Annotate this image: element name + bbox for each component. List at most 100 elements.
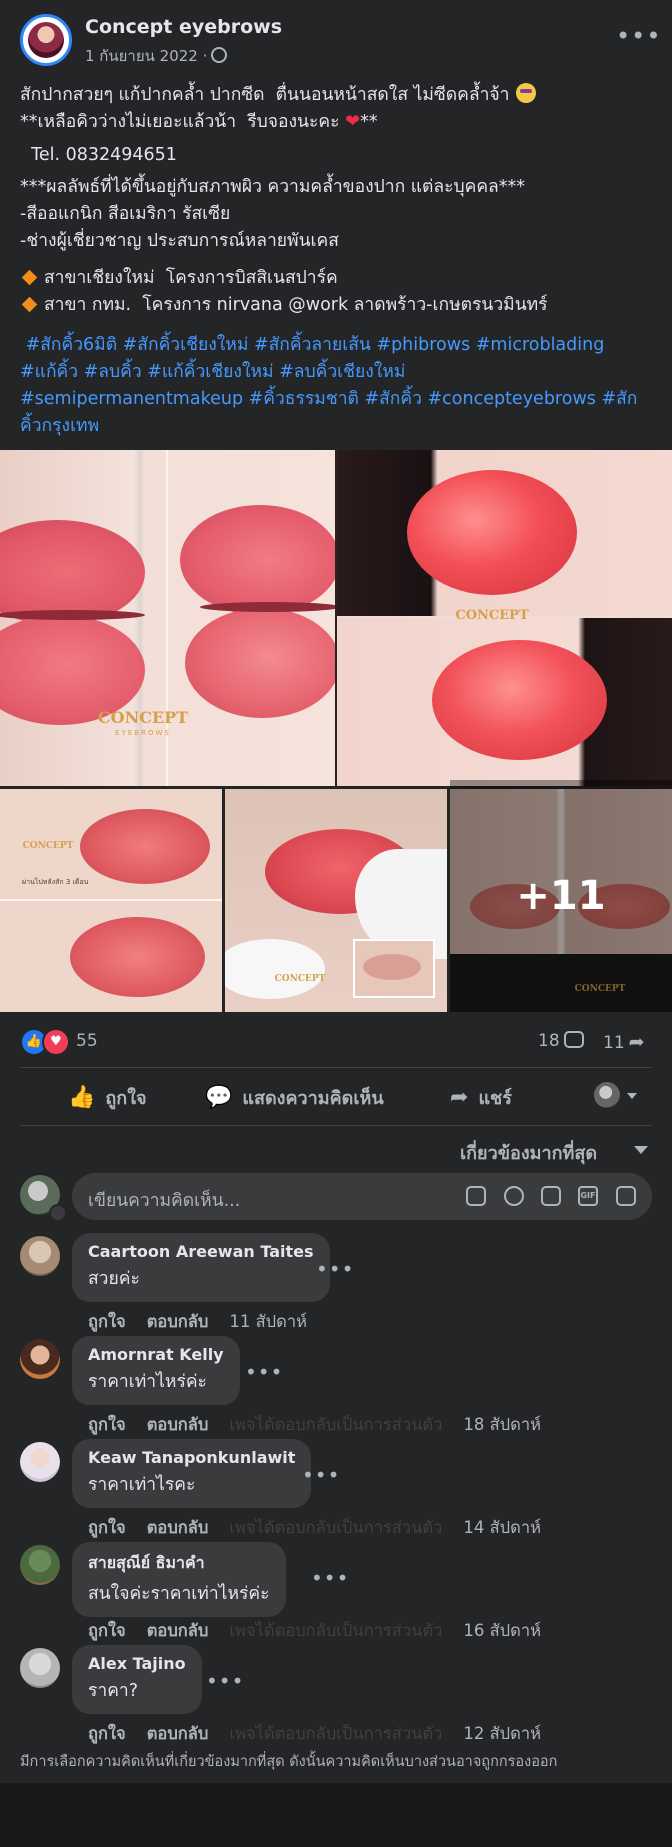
comment-time[interactable]: 12 สัปดาห์	[463, 1724, 541, 1743]
comment-reply-link[interactable]: ตอบกลับ	[147, 1724, 209, 1743]
page-name[interactable]: Concept eyebrows	[85, 16, 282, 38]
post-line-suffix: **	[360, 112, 378, 132]
post-text-line: ***ผลลัพธ์ที่ได้ขึ้นอยู่กับสภาพผิว ความค…	[20, 177, 526, 197]
comment-time[interactable]: 14 สัปดาห์	[463, 1518, 541, 1537]
watermark-text: CONCEPT	[97, 708, 189, 727]
more-icon[interactable]: •••	[616, 22, 661, 50]
comment-button[interactable]: 💬 แสดงความคิดเห็น	[205, 1079, 384, 1115]
share-count-value: 11	[603, 1033, 625, 1053]
react-as-avatar[interactable]	[594, 1082, 620, 1108]
comment-actions: ถูกใจ ตอบกลับ เพจได้ตอบกลับเป็นการส่วนตั…	[88, 1618, 541, 1644]
comment-like-link[interactable]: ถูกใจ	[88, 1518, 126, 1537]
orange-diamond-icon	[21, 296, 38, 312]
comment-more-icon[interactable]: •••	[302, 1463, 340, 1487]
comment-like-link[interactable]: ถูกใจ	[88, 1312, 126, 1331]
comment-more-icon[interactable]: •••	[245, 1360, 283, 1384]
chevron-down-icon[interactable]	[634, 1146, 648, 1154]
comment-time[interactable]: 16 สัปดาห์	[463, 1621, 541, 1640]
post-text-line: Tel. 0832494651	[20, 145, 177, 165]
comment-more-icon[interactable]: •••	[316, 1257, 354, 1281]
commenter-name[interactable]: สายสุณีย์ ธิมาคำ	[88, 1551, 270, 1576]
post-text-line: -สีออแกนิก สีอเมริกา รัสเซีย	[20, 204, 231, 224]
comment-more-icon[interactable]: •••	[311, 1566, 349, 1590]
hashtag-line[interactable]: #semipermanentmakeup #คิ้วธรรมชาติ #สักค…	[20, 384, 637, 412]
love-reaction-icon: ♥	[42, 1028, 70, 1056]
photo-glossy-lips[interactable]: CONCEPT	[337, 450, 672, 786]
post-text-line: สาขา กทม. โครงการ nirvana @work ลาดพร้าว…	[20, 290, 548, 318]
comment-sort-dropdown[interactable]: เกี่ยวข้องมากที่สุด	[460, 1138, 597, 1167]
share-label: แชร์	[478, 1087, 512, 1109]
divider	[20, 1125, 652, 1126]
hashtag-line[interactable]: #แก้คิ้ว #ลบคิ้ว #แก้คิ้วเชียงใหม่ #ลบคิ…	[20, 357, 405, 385]
page-avatar[interactable]	[20, 14, 72, 66]
post-text-line: **เหลือคิวว่างไม่เยอะแล้วน้า รีบจองนะคะ …	[20, 107, 378, 135]
comment-text: สนใจค่ะราคาเท่าไหร่ค่ะ	[88, 1584, 270, 1604]
comment-count-value: 18	[538, 1031, 560, 1051]
photo-lips-treatment[interactable]: CONCEPT	[225, 789, 447, 1012]
watermark-text: CONCEPT	[455, 608, 529, 623]
hashtag-line[interactable]: #สักคิ้ว6มิติ #สักคิ้วเชียงใหม่ #สักคิ้ว…	[20, 330, 605, 358]
heart-emoji-icon: ❤	[345, 111, 361, 132]
photo-lips-before-after[interactable]: CONCEPT EYEBROWS	[0, 450, 335, 786]
post-line-text: สักปากสวยๆ แก้ปากคล้ำ ปากซีด ตื่นนอนหน้า…	[20, 85, 510, 105]
share-button[interactable]: ➦ แชร์	[450, 1079, 512, 1115]
commenter-name[interactable]: Keaw Tanaponkunlawit	[88, 1448, 295, 1467]
reaction-count[interactable]: 55	[76, 1031, 98, 1051]
sticker-icon[interactable]	[466, 1186, 486, 1206]
orange-diamond-icon	[21, 269, 38, 285]
chevron-down-icon[interactable]	[627, 1093, 637, 1099]
commenter-avatar[interactable]	[20, 1339, 60, 1379]
commenter-avatar[interactable]	[20, 1648, 60, 1688]
comment-reply-link[interactable]: ตอบกลับ	[147, 1518, 209, 1537]
commenter-name[interactable]: Caartoon Areewan Taites	[88, 1242, 314, 1261]
comment-more-icon[interactable]: •••	[206, 1669, 244, 1693]
private-reply-note: เพจได้ตอบกลับเป็นการส่วนตัว	[229, 1621, 443, 1640]
like-button[interactable]: 👍 ถูกใจ	[68, 1079, 147, 1115]
share-icon: ➦	[450, 1084, 469, 1110]
gif-icon[interactable]: GIF	[578, 1186, 598, 1206]
comment-reply-link[interactable]: ตอบกลับ	[147, 1621, 209, 1640]
comment-bubble: สายสุณีย์ ธิมาคำ สนใจค่ะราคาเท่าไหร่ค่ะ	[72, 1542, 286, 1617]
private-reply-note: เพจได้ตอบกลับเป็นการส่วนตัว	[229, 1518, 443, 1537]
commenter-avatar[interactable]	[20, 1236, 60, 1276]
comment-time[interactable]: 11 สัปดาห์	[229, 1312, 307, 1331]
comment-reply-link[interactable]: ตอบกลับ	[147, 1312, 209, 1331]
comment-like-link[interactable]: ถูกใจ	[88, 1415, 126, 1434]
reactions-row: 👍 ♥ 55 18 11 ➦	[20, 1025, 652, 1056]
like-label: ถูกใจ	[105, 1087, 147, 1109]
more-photos-overlay[interactable]: +11	[450, 780, 672, 1012]
post-line-text: **เหลือคิวว่างไม่เยอะแล้วน้า รีบจองนะคะ	[20, 112, 340, 132]
comment-input[interactable]: เขียนความคิดเห็น... GIF	[72, 1173, 652, 1220]
star-struck-emoji-icon	[515, 83, 536, 103]
comment-actions: ถูกใจ ตอบกลับ เพจได้ตอบกลับเป็นการส่วนตั…	[88, 1515, 541, 1541]
commenter-avatar[interactable]	[20, 1442, 60, 1482]
sticker-face-icon[interactable]	[616, 1186, 636, 1206]
globe-icon	[211, 47, 228, 63]
comment-time[interactable]: 18 สัปดาห์	[463, 1415, 541, 1434]
comment-like-link[interactable]: ถูกใจ	[88, 1724, 126, 1743]
photo-lips-closeup[interactable]: CONCEPT ผ่านไปหลังสัก 3 เดือน	[0, 789, 222, 1012]
comment-bubble: Keaw Tanaponkunlawit ราคาเท่าไรคะ	[72, 1439, 312, 1508]
comment-bubble: Caartoon Areewan Taites สวยค่ะ	[72, 1233, 330, 1302]
like-icon: 👍	[68, 1084, 96, 1110]
chevron-down-icon[interactable]	[49, 1204, 67, 1222]
watermark-text: CONCEPT	[274, 974, 326, 984]
comment-like-link[interactable]: ถูกใจ	[88, 1621, 126, 1640]
commenter-name[interactable]: Alex Tajino	[88, 1654, 186, 1673]
post-date[interactable]: 1 กันยายน 2022 ·	[85, 44, 228, 68]
camera-icon[interactable]	[541, 1186, 561, 1206]
avatar-image	[28, 22, 64, 58]
commenter-name[interactable]: Amornrat Kelly	[88, 1345, 224, 1364]
photo-caption: ผ่านไปหลังสัก 3 เดือน	[22, 878, 89, 886]
hashtag-line[interactable]: คิ้วกรุงเทพ	[20, 411, 99, 439]
share-count[interactable]: 11 ➦	[603, 1031, 645, 1053]
comment-reply-link[interactable]: ตอบกลับ	[147, 1415, 209, 1434]
photo-grid: CONCEPT EYEBROWS CONCEPT CONCEPT ผ่านไปห…	[0, 450, 672, 1012]
comment-count[interactable]: 18	[538, 1031, 584, 1051]
emoji-icon[interactable]	[504, 1186, 524, 1206]
divider	[20, 1067, 652, 1068]
post-text-line: สักปากสวยๆ แก้ปากคล้ำ ปากซีด ตื่นนอนหน้า…	[20, 80, 536, 108]
post-card: Concept eyebrows 1 กันยายน 2022 · ••• สั…	[0, 0, 672, 1783]
commenter-avatar[interactable]	[20, 1545, 60, 1585]
filtered-comments-note: มีการเลือกความคิดเห็นที่เกี่ยวข้องมากที่…	[20, 1754, 558, 1770]
